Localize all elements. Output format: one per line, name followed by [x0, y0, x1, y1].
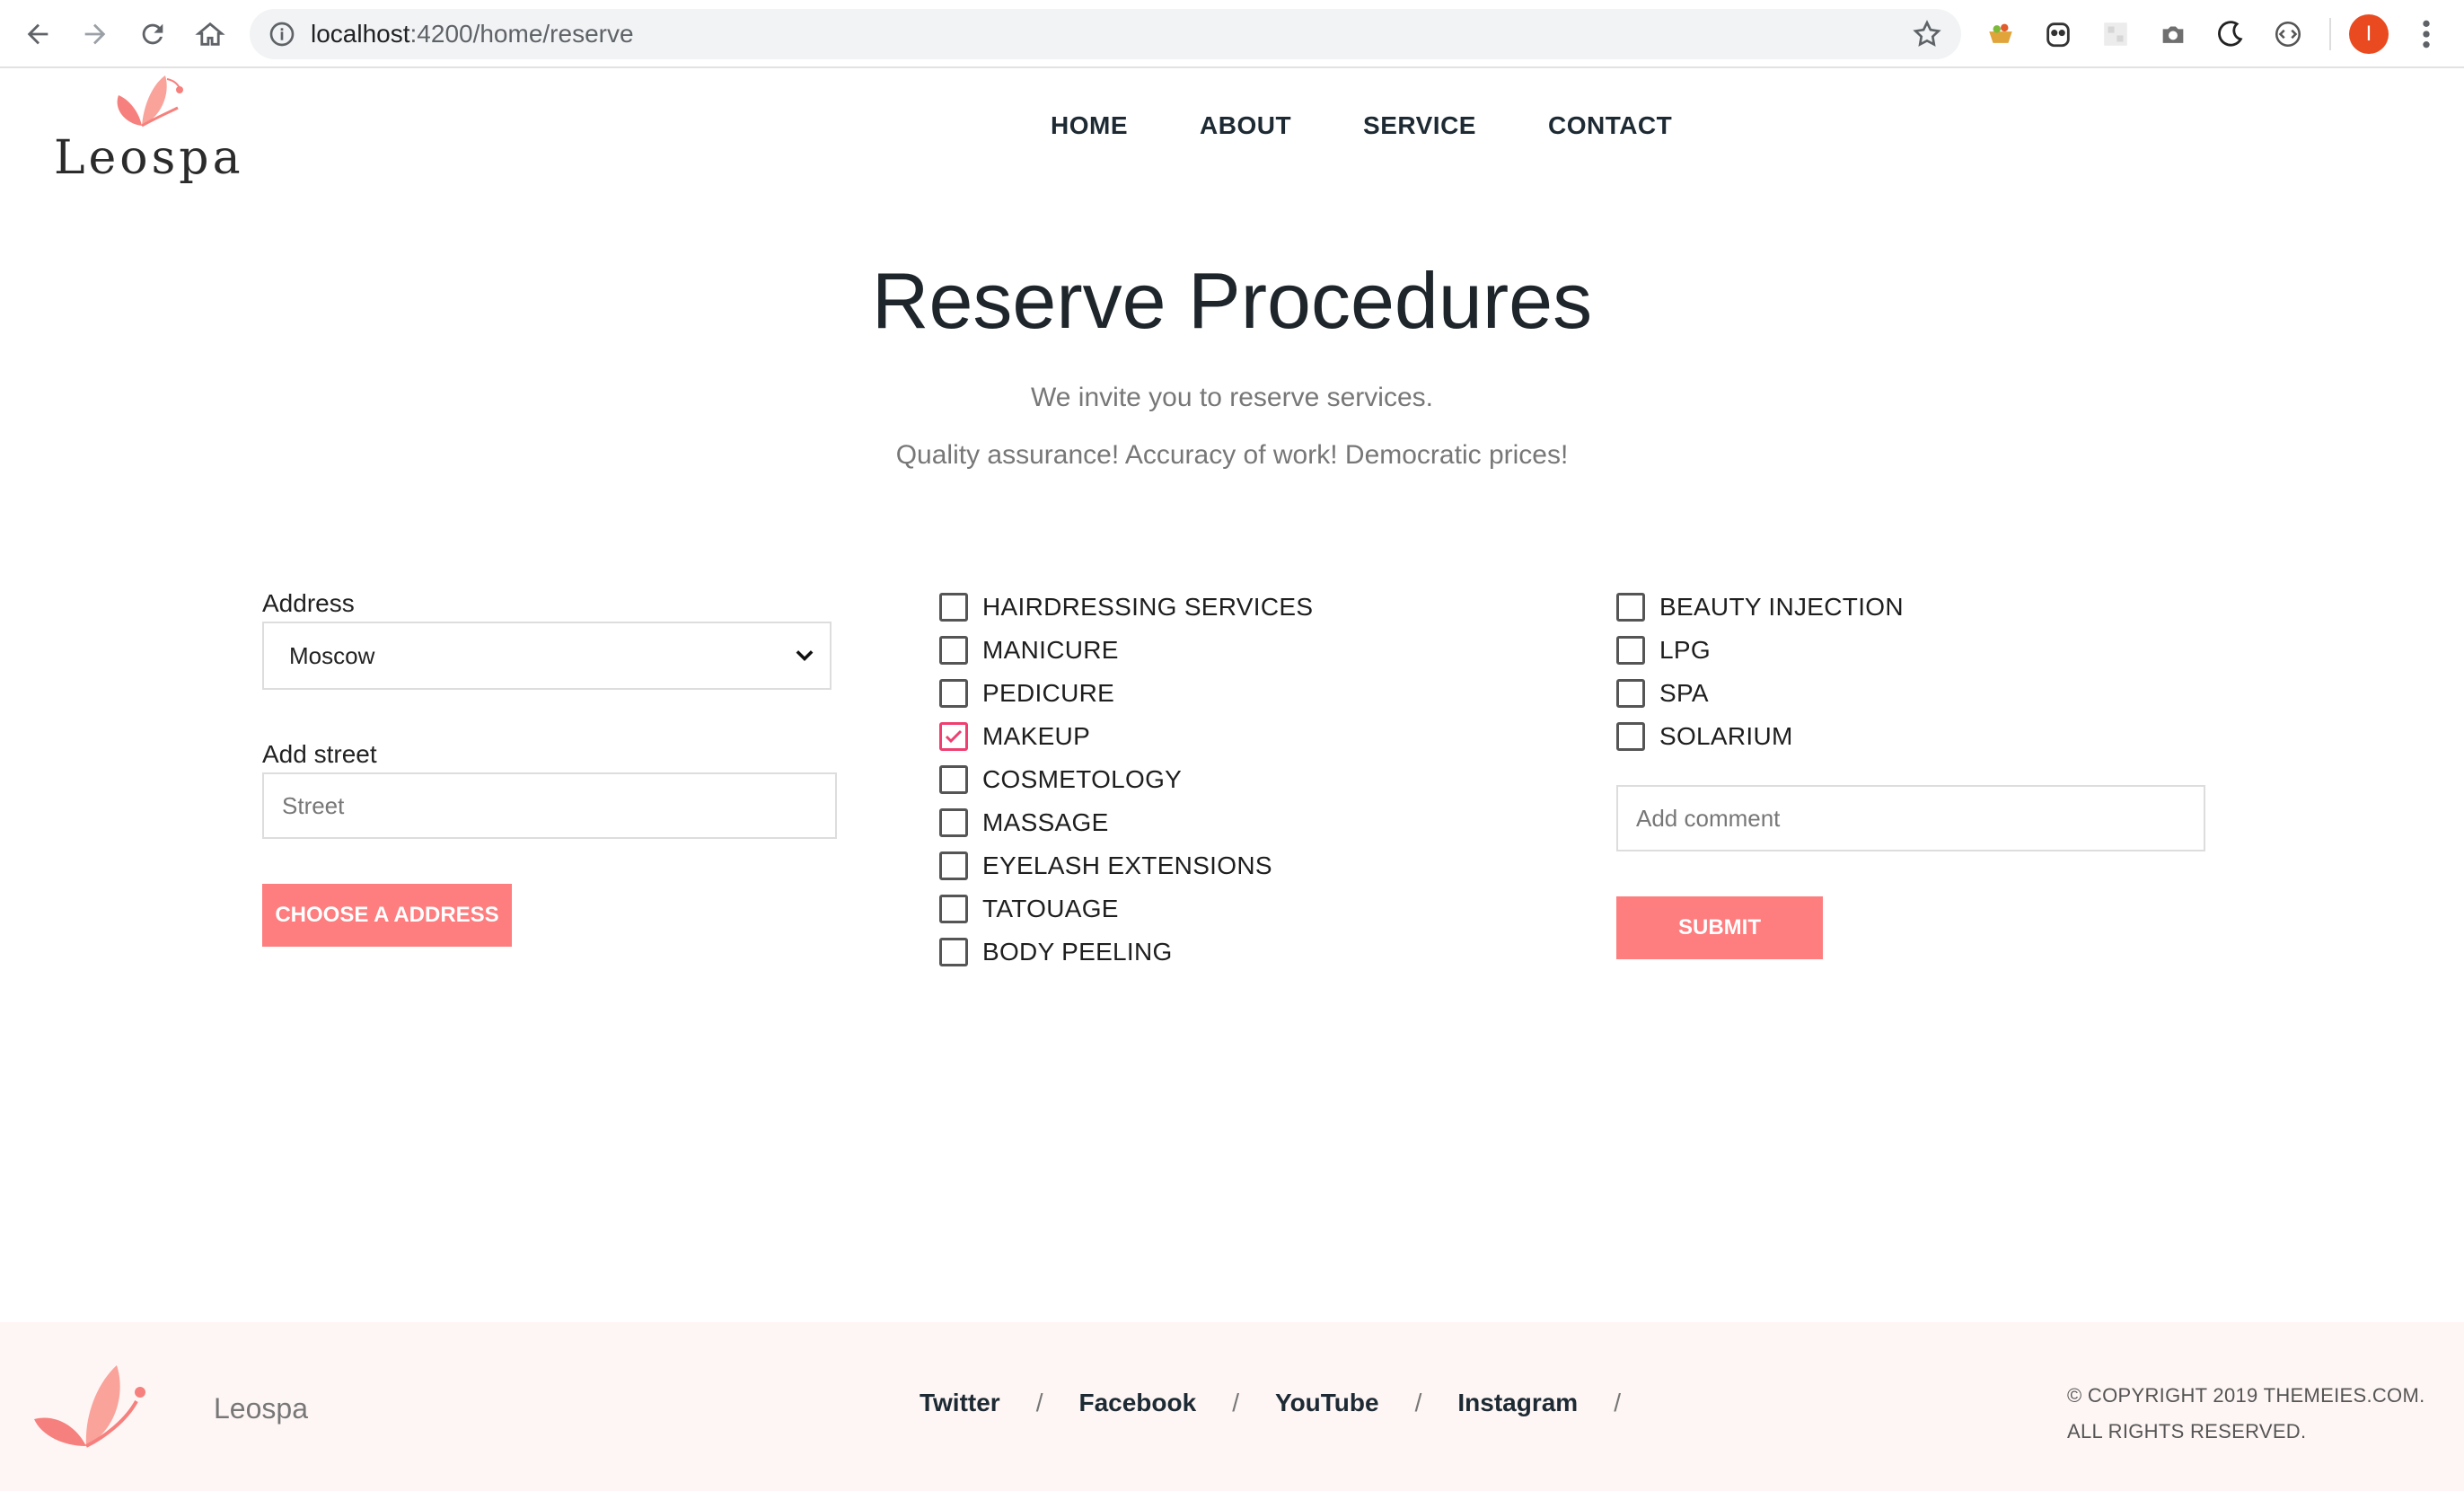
service-checkbox-row[interactable]: SPA [1616, 672, 1904, 715]
checkmark-icon [945, 729, 963, 744]
site-logo[interactable]: Leospa [54, 68, 241, 194]
service-checkbox-row[interactable]: EYELASH EXTENSIONS [939, 844, 1313, 887]
link-separator: / [1614, 1389, 1621, 1416]
copyright-line-1: © COPYRIGHT 2019 THEMEIES.COM. [2067, 1384, 2425, 1407]
toolbar-separator [2329, 18, 2331, 50]
checkbox[interactable] [939, 679, 968, 708]
service-checkbox-row[interactable]: BEAUTY INJECTION [1616, 586, 1904, 629]
back-arrow-icon[interactable] [20, 16, 56, 52]
page-title: Reserve Procedures [871, 256, 1593, 345]
page-content: Leospa HOME ABOUT SERVICE CONTACT Reserv… [0, 68, 2464, 1491]
service-label: MASSAGE [982, 808, 1109, 836]
footer-link-youtube[interactable]: YouTube [1275, 1389, 1379, 1417]
services-list-right: BEAUTY INJECTION LPG SPA SOLARIUM [1616, 586, 1904, 758]
street-label: Add street [262, 740, 377, 768]
street-input[interactable]: Street [262, 772, 837, 839]
service-checkbox-row[interactable]: COSMETOLOGY [939, 758, 1313, 801]
info-icon[interactable] [268, 20, 296, 49]
service-checkbox-row[interactable]: TATOUAGE [939, 887, 1313, 931]
checkbox[interactable] [939, 938, 968, 966]
extension-grid-icon[interactable] [2098, 16, 2134, 52]
service-label: HAIRDRESSING SERVICES [982, 593, 1314, 621]
copyright-line-2: ALL RIGHTS RESERVED. [2067, 1420, 2307, 1442]
choose-address-button[interactable]: CHOOSE A ADDRESS [262, 884, 512, 947]
checkbox[interactable] [939, 765, 968, 794]
service-label: BEAUTY INJECTION [1659, 593, 1904, 621]
checkbox[interactable] [939, 851, 968, 880]
link-separator: / [1035, 1389, 1043, 1416]
checkbox[interactable] [939, 895, 968, 923]
services-list-left: HAIRDRESSING SERVICES MANICURE PEDICURE MAK… [939, 586, 1313, 974]
footer-link-instagram[interactable]: Instagram [1457, 1389, 1578, 1417]
submit-button[interactable]: SUBMIT [1616, 896, 1823, 959]
checkbox[interactable] [1616, 722, 1645, 751]
nav-contact[interactable]: CONTACT [1548, 111, 1672, 140]
browser-toolbar: localhost:4200/home/reserve I [0, 0, 2464, 68]
footer-butterfly-logo-icon [34, 1365, 145, 1448]
service-checkbox-row[interactable]: MANICURE [939, 629, 1313, 672]
logo-wordmark: Leospa [54, 131, 244, 185]
home-icon[interactable] [192, 16, 228, 52]
service-label: COSMETOLOGY [982, 765, 1183, 793]
main-nav: HOME ABOUT SERVICE CONTACT [1051, 111, 1744, 140]
comment-input[interactable]: Add comment [1616, 785, 2205, 851]
checkbox[interactable] [939, 636, 968, 665]
service-label: PEDICURE [982, 679, 1115, 707]
service-checkbox-row[interactable]: LPG [1616, 629, 1904, 672]
intro-line-1: We invite you to reserve services. [1031, 383, 1433, 412]
forward-arrow-icon[interactable] [77, 16, 113, 52]
nav-about[interactable]: ABOUT [1200, 111, 1291, 140]
service-checkbox-row[interactable]: BODY PEELING [939, 931, 1313, 974]
extension-owl-icon[interactable] [2040, 16, 2076, 52]
service-label: SPA [1659, 679, 1709, 707]
service-label: EYELASH EXTENSIONS [982, 851, 1272, 879]
intro-line-2: Quality assurance! Accuracy of work! Dem… [895, 440, 1569, 470]
service-checkbox-row[interactable]: MASSAGE [939, 801, 1313, 844]
footer: Leospa Twitter / Facebook / YouTube / In… [0, 1322, 2464, 1491]
service-label: MANICURE [982, 636, 1119, 664]
checkbox[interactable] [1616, 636, 1645, 665]
address-select[interactable]: Moscow [262, 622, 832, 690]
link-separator: / [1232, 1389, 1239, 1416]
service-checkbox-row[interactable]: HAIRDRESSING SERVICES [939, 586, 1313, 629]
reload-icon[interactable] [135, 16, 171, 52]
service-label: TATOUAGE [982, 895, 1119, 922]
checkbox[interactable] [1616, 679, 1645, 708]
service-checkbox-row[interactable]: SOLARIUM [1616, 715, 1904, 758]
address-bar[interactable]: localhost:4200/home/reserve [250, 9, 1961, 59]
bookmark-star-icon[interactable] [1911, 18, 1943, 50]
address-label: Address [262, 589, 355, 617]
footer-link-facebook[interactable]: Facebook [1078, 1389, 1196, 1417]
checkbox[interactable] [939, 593, 968, 622]
profile-avatar[interactable]: I [2349, 14, 2389, 54]
extension-fruit-icon[interactable] [1983, 16, 2019, 52]
butterfly-logo-icon [117, 75, 183, 128]
menu-dots-icon[interactable] [2416, 16, 2437, 52]
chevron-down-icon [796, 650, 814, 661]
checkbox-checked[interactable] [939, 722, 968, 751]
service-checkbox-row[interactable]: MAKEUP [939, 715, 1313, 758]
footer-social-links: Twitter / Facebook / YouTube / Instagram… [920, 1389, 1657, 1417]
service-label: MAKEUP [982, 722, 1091, 750]
address-select-value: Moscow [289, 642, 375, 669]
footer-link-twitter[interactable]: Twitter [920, 1389, 1000, 1417]
footer-brand: Leospa [214, 1392, 308, 1425]
service-label: LPG [1659, 636, 1711, 664]
extension-moon-icon[interactable] [2213, 16, 2248, 52]
service-checkbox-row[interactable]: PEDICURE [939, 672, 1313, 715]
service-label: SOLARIUM [1659, 722, 1793, 750]
extension-code-icon[interactable] [2270, 16, 2306, 52]
nav-service[interactable]: SERVICE [1363, 111, 1476, 140]
camera-icon[interactable] [2155, 16, 2191, 52]
url-text[interactable]: localhost:4200/home/reserve [311, 9, 634, 59]
checkbox[interactable] [939, 808, 968, 837]
link-separator: / [1414, 1389, 1422, 1416]
service-label: BODY PEELING [982, 938, 1173, 966]
copyright: © COPYRIGHT 2019 THEMEIES.COM. ALL RIGHT… [2067, 1378, 2425, 1450]
checkbox[interactable] [1616, 593, 1645, 622]
nav-home[interactable]: HOME [1051, 111, 1128, 140]
